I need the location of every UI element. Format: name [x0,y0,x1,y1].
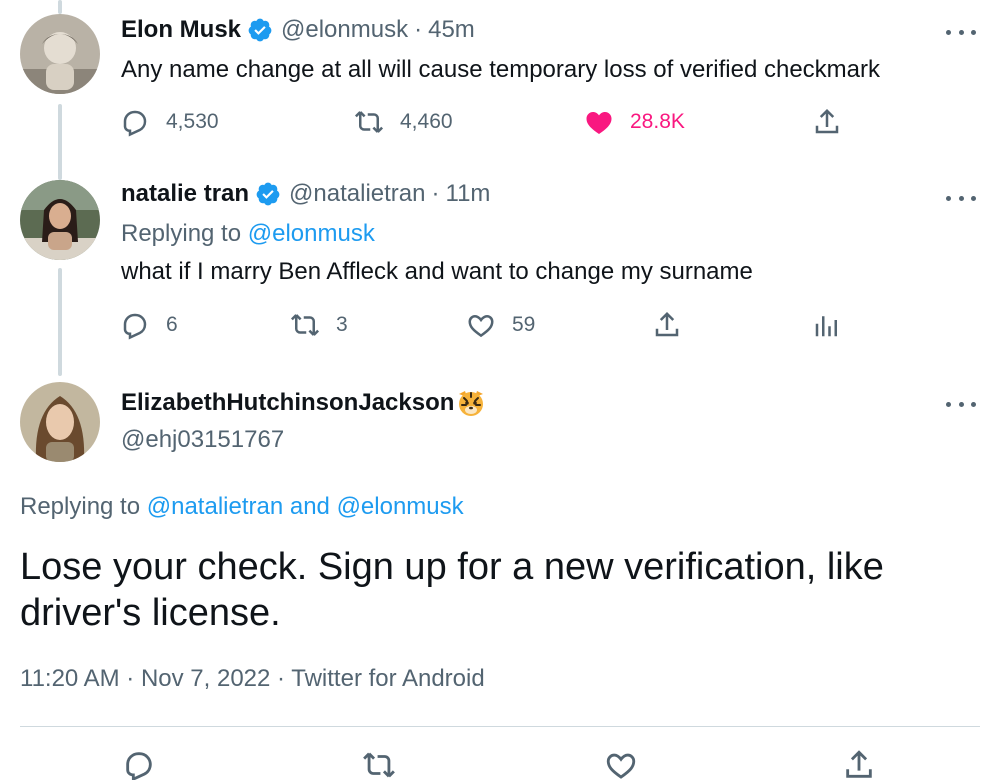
reply-button[interactable]: 6 [120,310,178,340]
reply-icon [123,313,147,340]
handle[interactable]: @ehj03151767 [121,426,284,454]
analytics-button[interactable] [812,310,858,340]
avatar[interactable] [20,14,100,94]
reply-icon [123,110,147,137]
like-icon [586,112,612,134]
display-name[interactable]: Elon Musk [121,16,241,44]
thread-connector [58,0,62,14]
share-icon [815,108,839,134]
more-icon[interactable] [946,394,976,414]
share-icon [846,750,872,778]
analytics-icon [815,316,837,337]
tweet-timestamp[interactable]: 11:20 AM · Nov 7, 2022 · Twitter for And… [20,665,485,693]
reply-icon [126,752,152,780]
like-button[interactable]: 59 [466,310,535,340]
divider [20,726,980,727]
tweet-actions: 4,530 4,460 28.8K [0,107,1008,141]
replying-label: Replying to [20,493,141,520]
tweet-text: what if I marry Ben Affleck and want to … [121,258,753,285]
like-icon [606,753,636,779]
share-icon [655,311,679,337]
tweet-time[interactable]: 11m [446,180,491,208]
verified-badge-icon [256,182,280,206]
tweet-actions: 6 3 59 [0,310,1008,344]
reply-button[interactable] [122,748,156,780]
more-icon[interactable] [946,22,976,42]
tweet-thread: Elon Musk @elonmusk · 45m Any name chang… [0,0,1008,780]
avatar[interactable] [20,180,100,260]
separator-dot: · [414,16,423,43]
retweet-button[interactable] [362,748,396,780]
share-button[interactable] [812,107,858,137]
share-button[interactable] [842,748,876,780]
focused-tweet-text: Lose your check. Sign up for a new verif… [20,546,884,634]
handle[interactable]: @elonmusk [281,16,408,44]
retweet-icon [363,752,395,778]
reply-count: 6 [166,313,178,336]
reply-count: 4,530 [166,110,219,133]
like-count: 28.8K [630,110,685,133]
tweet-text: Any name change at all will cause tempor… [121,56,880,83]
reply-button[interactable]: 4,530 [120,107,219,137]
retweet-count: 4,460 [400,110,453,133]
more-icon[interactable] [946,188,976,208]
like-icon [468,314,494,338]
tweet-time[interactable]: 45m [428,16,475,44]
display-name[interactable]: ElizabethHutchinsonJackson [121,389,454,417]
like-count: 59 [512,313,536,336]
replying-label: Replying to [121,220,242,247]
mention-link[interactable]: @elonmusk [248,220,375,247]
separator-dot: · [431,180,440,207]
tiger-emoji-icon [459,391,484,416]
retweet-button[interactable]: 4,460 [354,107,453,137]
avatar[interactable] [20,382,100,462]
mention-link[interactable]: @natalietran and @elonmusk [147,493,464,520]
retweet-icon [354,111,384,133]
verified-badge-icon [248,18,272,42]
retweet-icon [290,314,320,336]
retweet-count: 3 [336,313,348,336]
handle[interactable]: @natalietran [289,180,425,208]
replying-to: Replying to @elonmusk [121,220,375,248]
retweet-button[interactable]: 3 [290,310,348,340]
like-button[interactable]: 28.8K [584,107,685,137]
focused-tweet-actions [0,748,1008,780]
display-name[interactable]: natalie tran [121,180,249,208]
like-button[interactable] [604,748,638,780]
share-button[interactable] [652,310,698,340]
replying-to: Replying to @natalietran and @elonmusk [20,493,464,521]
